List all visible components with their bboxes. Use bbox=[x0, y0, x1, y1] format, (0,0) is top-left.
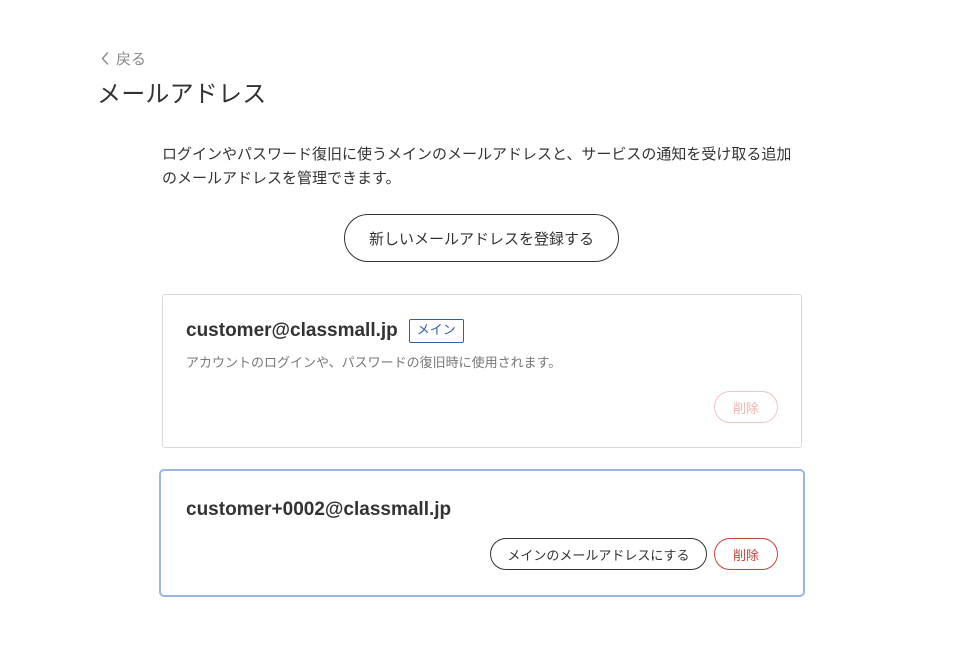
email-card-main: customer@classmall.jp メイン アカウントのログインや、パス… bbox=[162, 294, 802, 448]
chevron-left-icon bbox=[101, 51, 109, 65]
email-card-secondary: customer+0002@classmall.jp メインのメールアドレスにす… bbox=[159, 469, 805, 597]
email-address: customer@classmall.jp bbox=[186, 320, 398, 341]
page-title: メールアドレス bbox=[97, 80, 267, 108]
back-link[interactable]: 戻る bbox=[101, 47, 146, 69]
back-label: 戻る bbox=[116, 49, 147, 68]
delete-button[interactable]: 削除 bbox=[714, 538, 778, 570]
page-description: ログインやパスワード復旧に使うメインのメールアドレスと、サービスの通知を受け取る… bbox=[162, 145, 792, 187]
email-address: customer+0002@classmall.jp bbox=[186, 499, 452, 520]
email-note: アカウントのログインや、パスワードの復旧時に使用されます。 bbox=[186, 356, 562, 371]
main-badge: メイン bbox=[408, 319, 464, 343]
set-main-email-button[interactable]: メインのメールアドレスにする bbox=[490, 538, 707, 570]
delete-button-disabled: 削除 bbox=[714, 391, 778, 423]
email-row: customer@classmall.jp メイン bbox=[186, 319, 464, 343]
email-row: customer+0002@classmall.jp bbox=[186, 498, 451, 522]
register-email-button[interactable]: 新しいメールアドレスを登録する bbox=[344, 214, 619, 262]
